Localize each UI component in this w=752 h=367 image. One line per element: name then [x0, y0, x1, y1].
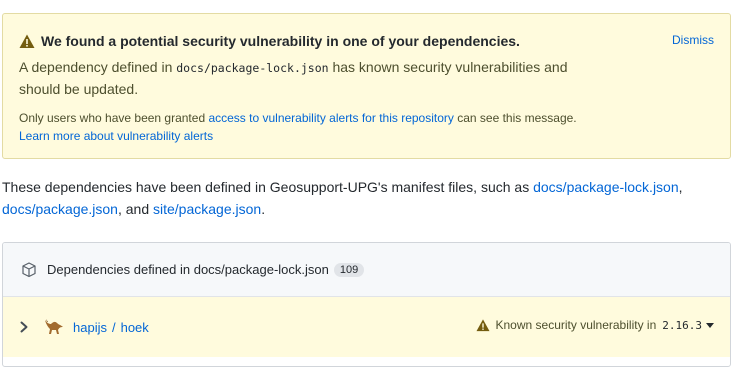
dependency-row[interactable]: hapijs / hoek Known security vulnerability…: [3, 297, 730, 357]
alert-body-file: docs/package-lock.json: [176, 61, 329, 75]
dependency-owner: hapijs: [73, 319, 107, 335]
dependencies-header: Dependencies defined in docs/package-loc…: [3, 243, 730, 297]
intro-prefix: These dependencies have been defined in …: [2, 179, 534, 195]
alert-body-prefix: A dependency defined in: [19, 59, 177, 75]
version-dropdown[interactable]: 2.16.3: [662, 319, 714, 332]
dependencies-intro: These dependencies have been defined in …: [2, 176, 742, 220]
dependency-separator: /: [111, 319, 116, 335]
dependency-name-link[interactable]: hapijs / hoek: [73, 320, 149, 335]
triangle-down-icon: [706, 322, 714, 328]
warning-icon: [19, 34, 35, 49]
chevron-right-icon[interactable]: [19, 321, 29, 333]
manifest-link-package-lock[interactable]: docs/package-lock.json: [533, 179, 679, 195]
intro-sep2: , and: [117, 201, 153, 217]
intro-suffix: .: [261, 201, 266, 217]
vulnerability-alert: We found a potential security vulnerabil…: [2, 13, 731, 159]
warning-icon: [476, 318, 490, 332]
dependency-repo: hoek: [120, 319, 149, 335]
dependency-vulnerability-notice: Known security vulnerability in 2.16.3: [476, 318, 714, 332]
manifest-link-docs-package[interactable]: docs/package.json: [2, 201, 118, 217]
dismiss-button[interactable]: Dismiss: [672, 33, 714, 47]
alert-body: A dependency defined in docs/package-loc…: [19, 57, 579, 100]
alert-note-suffix: can see this message.: [453, 111, 577, 125]
dependency-count-badge: 109: [333, 262, 365, 277]
learn-more-link[interactable]: Learn more about vulnerability alerts: [19, 129, 213, 143]
alert-title: We found a potential security vulnerabil…: [19, 33, 520, 49]
version-value: 2.16.3: [662, 318, 702, 332]
access-alerts-link[interactable]: access to vulnerability alerts for this …: [208, 111, 453, 125]
package-icon: [21, 261, 37, 278]
dependency-alert-text: Known security vulnerability in: [495, 318, 657, 332]
dependencies-box: Dependencies defined in docs/package-loc…: [2, 242, 731, 367]
hapi-logo-icon: [43, 318, 65, 336]
intro-sep1: ,: [678, 179, 683, 195]
alert-note: Only users who have been granted access …: [19, 109, 699, 145]
dependencies-header-label: Dependencies defined in docs/package-loc…: [47, 262, 329, 277]
alert-note-prefix: Only users who have been granted: [19, 111, 209, 125]
manifest-link-site-package[interactable]: site/package.json: [153, 201, 261, 217]
alert-title-text: We found a potential security vulnerabil…: [41, 33, 520, 49]
